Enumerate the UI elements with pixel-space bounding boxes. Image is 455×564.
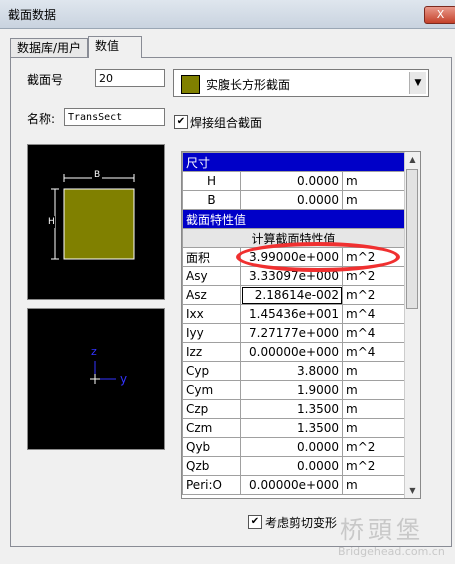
section-color-swatch — [181, 75, 200, 94]
prop-name: Asz — [182, 285, 241, 305]
scroll-down-icon[interactable]: ▼ — [405, 483, 420, 498]
tab-database-user[interactable]: 数据库/用户 — [10, 38, 89, 57]
prop-unit: m — [341, 190, 406, 210]
prop-name: Cyp — [182, 361, 241, 381]
axis-z-label: z — [91, 345, 97, 358]
highlight-circle — [236, 242, 400, 272]
prop-value[interactable]: 0.0000 — [240, 456, 343, 476]
watermark-url: Bridgehead.com.cn — [338, 545, 445, 558]
section-type-select[interactable]: 实腹长方形截面 ▼ — [173, 69, 429, 97]
prop-value[interactable]: 1.45436e+001 — [240, 304, 343, 324]
welded-checkbox[interactable]: ✔ — [174, 115, 188, 129]
close-button[interactable]: X — [424, 6, 455, 24]
property-table: 尺寸 H 0.0000 m B 0.0000 m 截面特性值 计算截面特性值 面… — [182, 152, 406, 495]
prop-value[interactable]: 0.00000e+000 — [240, 342, 343, 362]
prop-unit: m — [341, 380, 406, 400]
prop-name: Czp — [182, 399, 241, 419]
prop-name: Ixx — [182, 304, 241, 324]
tab-values[interactable]: 数值 — [88, 36, 142, 58]
table-row: Peri:O 0.00000e+000 m — [182, 475, 406, 495]
prop-unit: m^4 — [341, 304, 406, 324]
axes-preview: z y — [27, 308, 165, 450]
prop-unit: m^2 — [341, 456, 406, 476]
section-type-label: 实腹长方形截面 — [206, 78, 291, 92]
prop-unit: m^4 — [341, 323, 406, 343]
name-label: 名称: — [27, 112, 56, 126]
section-no-input[interactable]: 20 — [95, 69, 165, 87]
prop-name: Czm — [182, 418, 241, 438]
prop-value[interactable]: 0.0000 — [240, 437, 343, 457]
table-row: Cyp 3.8000 m — [182, 361, 406, 381]
table-row: Czp 1.3500 m — [182, 399, 406, 419]
table-row: Qzb 0.0000 m^2 — [182, 456, 406, 476]
prop-unit: m — [341, 171, 406, 191]
section-no-label: 截面号 — [27, 73, 64, 87]
prop-value[interactable]: 0.00000e+000 — [240, 475, 343, 495]
prop-section-header: 截面特性值 — [182, 209, 406, 229]
dim-b-label: B — [92, 170, 103, 180]
dim-section-header: 尺寸 — [182, 152, 406, 172]
table-row: Izz 0.00000e+000 m^4 — [182, 342, 406, 362]
table-row: Cym 1.9000 m — [182, 380, 406, 400]
prop-unit: m^2 — [341, 437, 406, 457]
watermark-logo: 桥頭堡 — [340, 516, 424, 544]
shear-deform-label: 考虑剪切变形 — [265, 516, 338, 530]
prop-unit: m — [341, 361, 406, 381]
property-grid[interactable]: 尺寸 H 0.0000 m B 0.0000 m 截面特性值 计算截面特性值 面… — [181, 151, 421, 499]
prop-unit: m — [341, 418, 406, 438]
prop-value[interactable]: 3.8000 — [240, 361, 343, 381]
section-preview: B H — [27, 144, 165, 300]
window-title: 截面数据 — [8, 8, 57, 22]
prop-unit: m — [341, 475, 406, 495]
chevron-down-icon[interactable]: ▼ — [409, 72, 426, 94]
prop-name: B — [182, 190, 241, 210]
name-input[interactable]: TransSect — [64, 108, 165, 126]
prop-value[interactable]: 7.27177e+000 — [240, 323, 343, 343]
prop-value[interactable]: 1.9000 — [240, 380, 343, 400]
prop-value[interactable]: 1.3500 — [240, 399, 343, 419]
prop-name: Qzb — [182, 456, 241, 476]
prop-unit: m^4 — [341, 342, 406, 362]
dim-h-label: H — [48, 216, 55, 228]
prop-name: Asy — [182, 266, 241, 286]
title-bar: 截面数据 X — [0, 0, 455, 29]
table-row: Iyy 7.27177e+000 m^4 — [182, 323, 406, 343]
table-row: B 0.0000 m — [182, 190, 406, 210]
prop-unit: m — [341, 399, 406, 419]
prop-unit: m^2 — [341, 285, 406, 305]
vertical-scrollbar[interactable]: ▲ ▼ — [404, 152, 420, 498]
scroll-up-icon[interactable]: ▲ — [405, 152, 420, 167]
axes-drawing — [90, 361, 116, 384]
section-shape — [63, 188, 135, 260]
axis-y-label: y — [120, 372, 128, 386]
prop-name: Peri:O — [182, 475, 241, 495]
prop-name: Izz — [182, 342, 241, 362]
table-row: Ixx 1.45436e+001 m^4 — [182, 304, 406, 324]
table-row: H 0.0000 m — [182, 171, 406, 191]
table-row: Asz 2.18614e-002 m^2 — [182, 285, 406, 305]
prop-name: Qyb — [182, 437, 241, 457]
scroll-thumb[interactable] — [406, 169, 418, 309]
prop-value-selected[interactable]: 2.18614e-002 — [240, 285, 343, 305]
prop-name: Cym — [182, 380, 241, 400]
prop-name: H — [182, 171, 241, 191]
prop-name: Iyy — [182, 323, 241, 343]
prop-value[interactable]: 0.0000 — [240, 171, 343, 191]
table-row: Qyb 0.0000 m^2 — [182, 437, 406, 457]
prop-value[interactable]: 1.3500 — [240, 418, 343, 438]
welded-label: 焊接组合截面 — [190, 116, 263, 130]
prop-name: 面积 — [182, 247, 241, 267]
table-row: Czm 1.3500 m — [182, 418, 406, 438]
shear-deform-checkbox[interactable]: ✔ — [248, 515, 262, 529]
prop-value[interactable]: 0.0000 — [240, 190, 343, 210]
